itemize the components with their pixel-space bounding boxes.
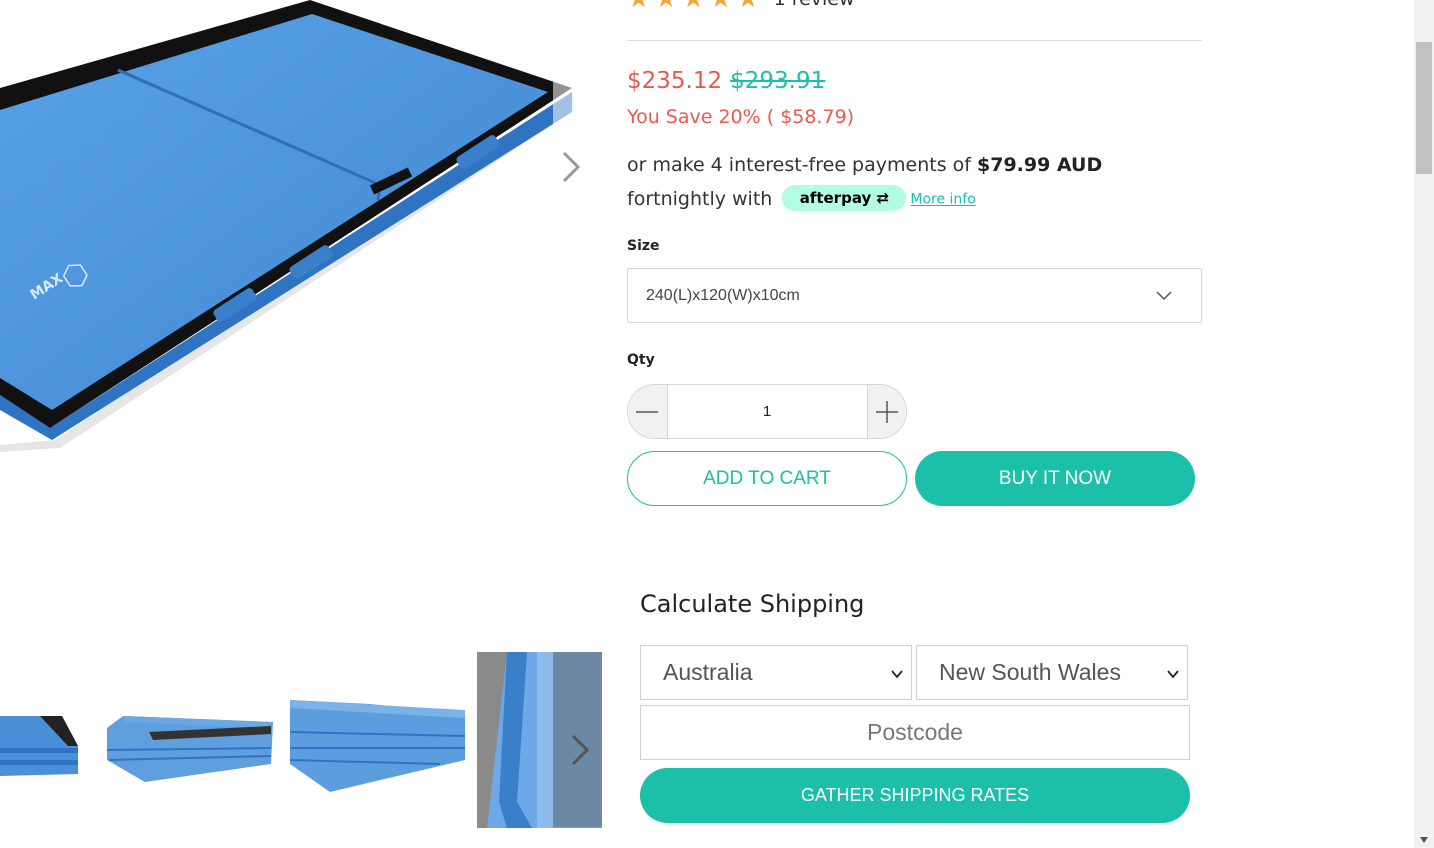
chevron-down-icon xyxy=(1167,670,1179,679)
thumbnail-2[interactable] xyxy=(105,652,275,828)
size-select-value: 240(L)x120(W)x10cm xyxy=(646,286,800,304)
qty-label: Qty xyxy=(627,352,655,368)
afterpay-more-info-link[interactable]: More info xyxy=(910,192,975,208)
qty-increase-button[interactable] xyxy=(867,385,906,438)
star-icon: ★ xyxy=(682,0,705,12)
savings-text: You Save 20% ( $58.79) xyxy=(627,106,855,128)
scrollbar-thumb[interactable] xyxy=(1416,42,1432,174)
shipping-title: Calculate Shipping xyxy=(640,590,865,618)
current-price: $235.12 xyxy=(627,68,723,94)
chevron-right-icon xyxy=(571,734,590,766)
size-select[interactable]: 240(L)x120(W)x10cm xyxy=(627,268,1202,323)
state-select[interactable]: New South Wales xyxy=(916,645,1188,700)
thumbnail-next-button[interactable] xyxy=(560,722,600,778)
afterpay-message: or make 4 interest-free payments of $79.… xyxy=(627,148,1207,217)
thumbnail-strip xyxy=(0,652,602,828)
main-product-image[interactable]: MAX xyxy=(0,0,600,560)
page-scrollbar[interactable] xyxy=(1414,0,1434,848)
gather-shipping-rates-button[interactable]: GATHER SHIPPING RATES xyxy=(640,768,1190,823)
afterpay-logo: afterpay ⇄ xyxy=(782,185,907,211)
product-rating[interactable]: ★ ★ ★ ★ ★ 1 review xyxy=(627,0,855,12)
review-count[interactable]: 1 review xyxy=(774,0,855,10)
state-select-value: New South Wales xyxy=(939,659,1121,685)
add-to-cart-button[interactable]: ADD TO CART xyxy=(627,451,907,506)
gallery-edge-fade xyxy=(553,0,600,440)
price-row: $235.12 $293.91 xyxy=(627,68,825,94)
country-select[interactable]: Australia xyxy=(640,645,912,700)
thumbnail-1[interactable] xyxy=(0,652,80,828)
afterpay-amount: $79.99 AUD xyxy=(977,154,1103,176)
afterpay-logo-text: afterpay xyxy=(799,189,872,207)
postcode-input[interactable] xyxy=(640,705,1190,760)
star-icon: ★ xyxy=(627,0,650,12)
size-label: Size xyxy=(627,238,660,254)
chevron-down-icon xyxy=(1156,291,1172,301)
compare-price: $293.91 xyxy=(730,68,826,94)
star-icon: ★ xyxy=(709,0,732,12)
scroll-down-arrow[interactable] xyxy=(1414,832,1434,848)
plus-icon xyxy=(875,400,898,423)
qty-input[interactable] xyxy=(666,385,868,438)
star-icon: ★ xyxy=(654,0,677,12)
divider xyxy=(627,40,1202,41)
buy-now-button[interactable]: BUY IT NOW xyxy=(915,451,1195,506)
quantity-stepper xyxy=(627,384,907,439)
triangle-down-icon xyxy=(1420,837,1428,843)
minus-icon xyxy=(636,410,659,413)
thumbnail-3[interactable] xyxy=(290,652,465,828)
qty-decrease-button[interactable] xyxy=(628,385,667,438)
star-icon: ★ xyxy=(736,0,759,12)
chevron-down-icon xyxy=(891,670,903,679)
afterpay-text-before: or make 4 interest-free payments of xyxy=(627,154,977,176)
main-image-next-button[interactable] xyxy=(560,150,600,206)
country-select-value: Australia xyxy=(663,659,753,685)
afterpay-text-after: fortnightly with xyxy=(627,188,773,210)
chevron-right-icon xyxy=(562,151,581,183)
